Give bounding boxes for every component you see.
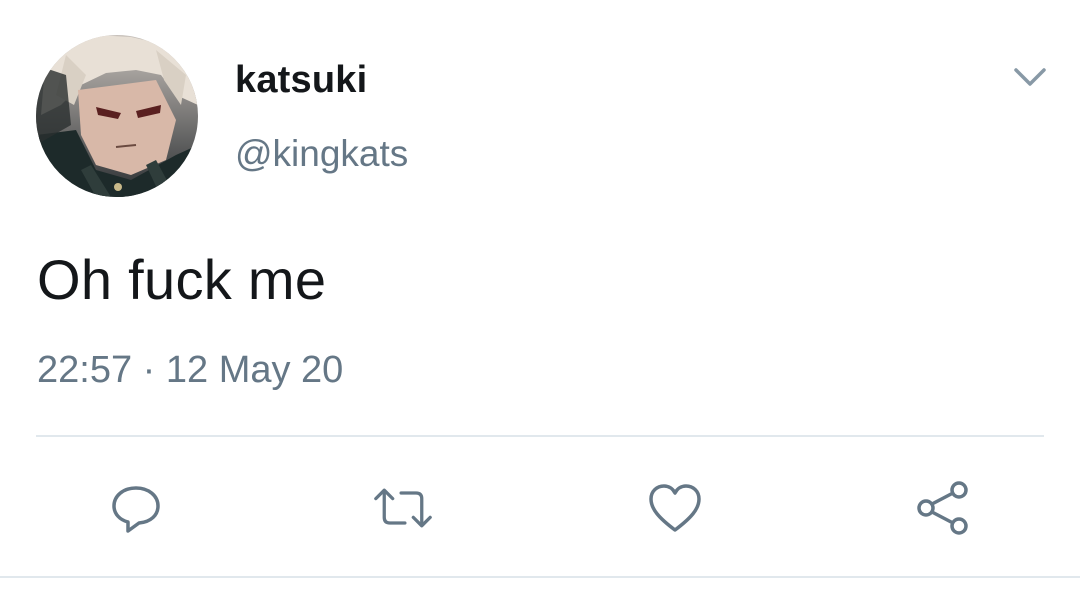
share-icon bbox=[917, 481, 968, 535]
tweet-text: Oh fuck me bbox=[37, 248, 327, 311]
share-button[interactable] bbox=[914, 478, 974, 538]
avatar[interactable] bbox=[36, 35, 198, 197]
chevron-down-icon[interactable] bbox=[1010, 62, 1050, 92]
user-handle[interactable]: @kingkats bbox=[235, 130, 408, 178]
display-name[interactable]: katsuki bbox=[235, 56, 367, 104]
divider bbox=[36, 435, 1044, 437]
bottom-divider bbox=[0, 576, 1080, 578]
reply-button[interactable] bbox=[106, 478, 166, 538]
tweet-card: katsuki @kingkats Oh fuck me 22:57 · 12 … bbox=[0, 0, 1080, 597]
reply-icon bbox=[112, 486, 160, 533]
like-button[interactable] bbox=[645, 478, 705, 538]
tweet-timestamp[interactable]: 22:57 · 12 May 20 bbox=[37, 345, 343, 395]
heart-icon bbox=[649, 484, 701, 532]
retweet-button[interactable] bbox=[373, 478, 433, 538]
avatar-image bbox=[36, 35, 198, 197]
retweet-icon bbox=[374, 488, 432, 528]
